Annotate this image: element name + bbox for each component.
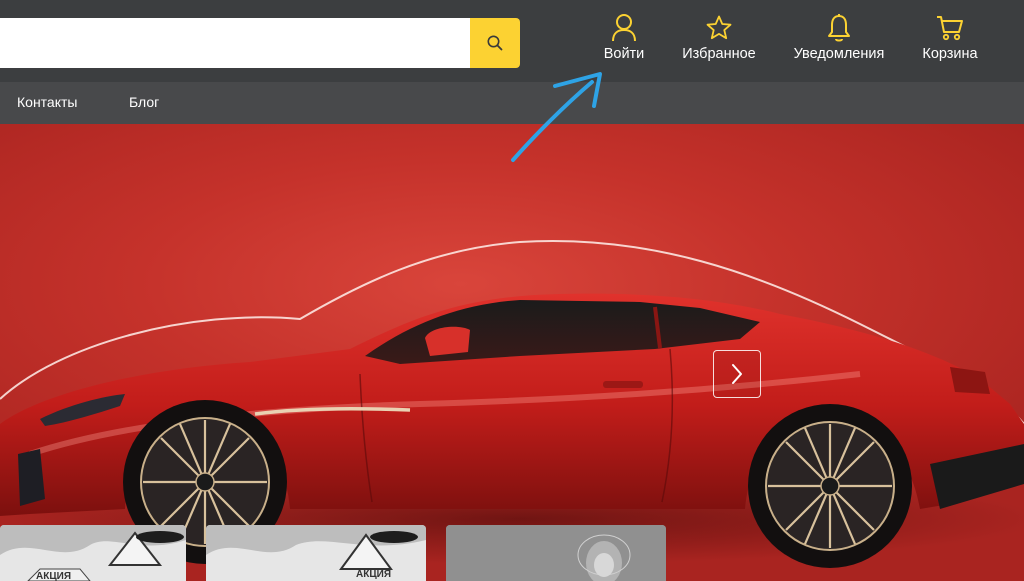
promo-badge: АКЦИЯ — [356, 569, 392, 580]
favorites-button[interactable]: Избранное — [678, 12, 760, 68]
notifications-label: Уведомления — [793, 46, 885, 62]
login-button[interactable]: Войти — [598, 12, 650, 68]
star-icon — [705, 12, 733, 44]
search-input[interactable] — [0, 18, 472, 68]
search-button[interactable] — [470, 18, 520, 68]
favorites-label: Избранное — [682, 46, 756, 62]
nav-link-contacts[interactable]: Контакты — [17, 94, 77, 110]
promo-card[interactable]: АКЦИЯ — [0, 525, 186, 581]
nav-link-blog[interactable]: Блог — [129, 94, 159, 110]
search-icon — [487, 35, 503, 51]
cart-icon — [935, 12, 965, 44]
user-icon — [611, 12, 637, 44]
cart-label: Корзина — [922, 46, 978, 62]
promo-card[interactable]: АКЦИЯ — [206, 525, 426, 581]
promo-image — [446, 525, 666, 581]
header-bar: Войти Избранное Уведомления Корзина — [0, 0, 1024, 82]
hero-banner[interactable] — [0, 124, 1024, 581]
cart-button[interactable]: Корзина — [918, 12, 982, 68]
login-label: Войти — [603, 46, 645, 62]
promo-badge: АКЦИЯ — [36, 571, 72, 581]
secondary-nav: Контакты Блог — [0, 82, 1024, 124]
bell-icon — [826, 12, 852, 44]
promo-card[interactable] — [446, 525, 666, 581]
slider-next-button[interactable] — [713, 350, 761, 398]
chevron-right-icon — [732, 364, 742, 384]
notifications-button[interactable]: Уведомления — [790, 12, 888, 68]
promo-image — [0, 525, 186, 581]
promo-image — [206, 525, 426, 581]
hero-car-image — [0, 240, 1024, 568]
